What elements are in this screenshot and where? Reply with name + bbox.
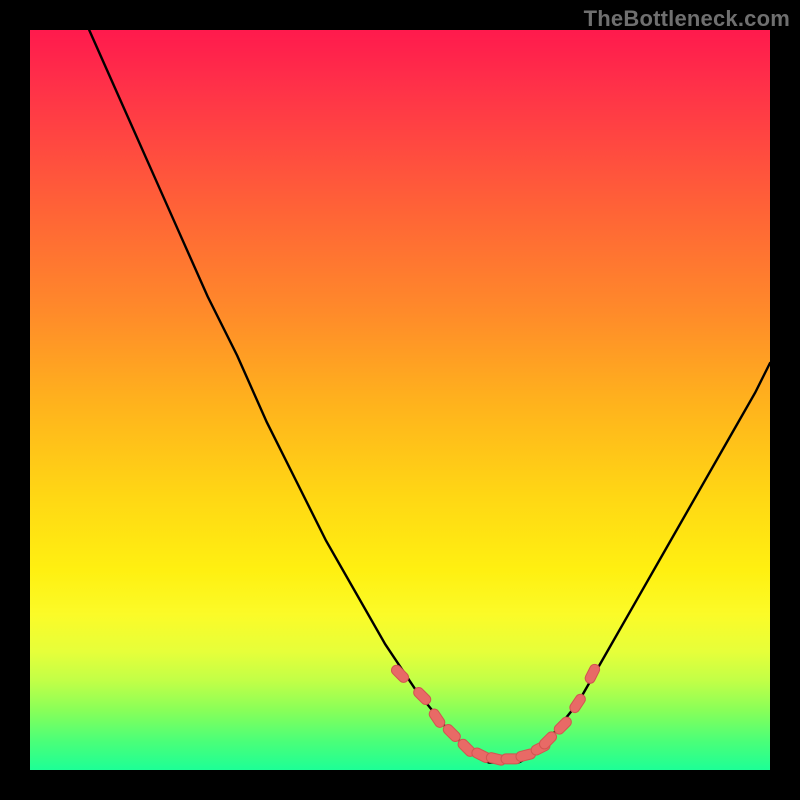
curve-marker xyxy=(568,692,587,714)
chart-stage: TheBottleneck.com xyxy=(0,0,800,800)
curve-marker xyxy=(583,663,601,685)
curve-marker xyxy=(389,663,410,684)
curve-layer xyxy=(30,30,770,770)
plot-area xyxy=(30,30,770,770)
curve-marker xyxy=(427,707,446,729)
watermark-text: TheBottleneck.com xyxy=(584,6,790,32)
curve-marker xyxy=(552,715,573,736)
curve-marker xyxy=(412,685,433,706)
bottleneck-curve xyxy=(89,30,770,763)
